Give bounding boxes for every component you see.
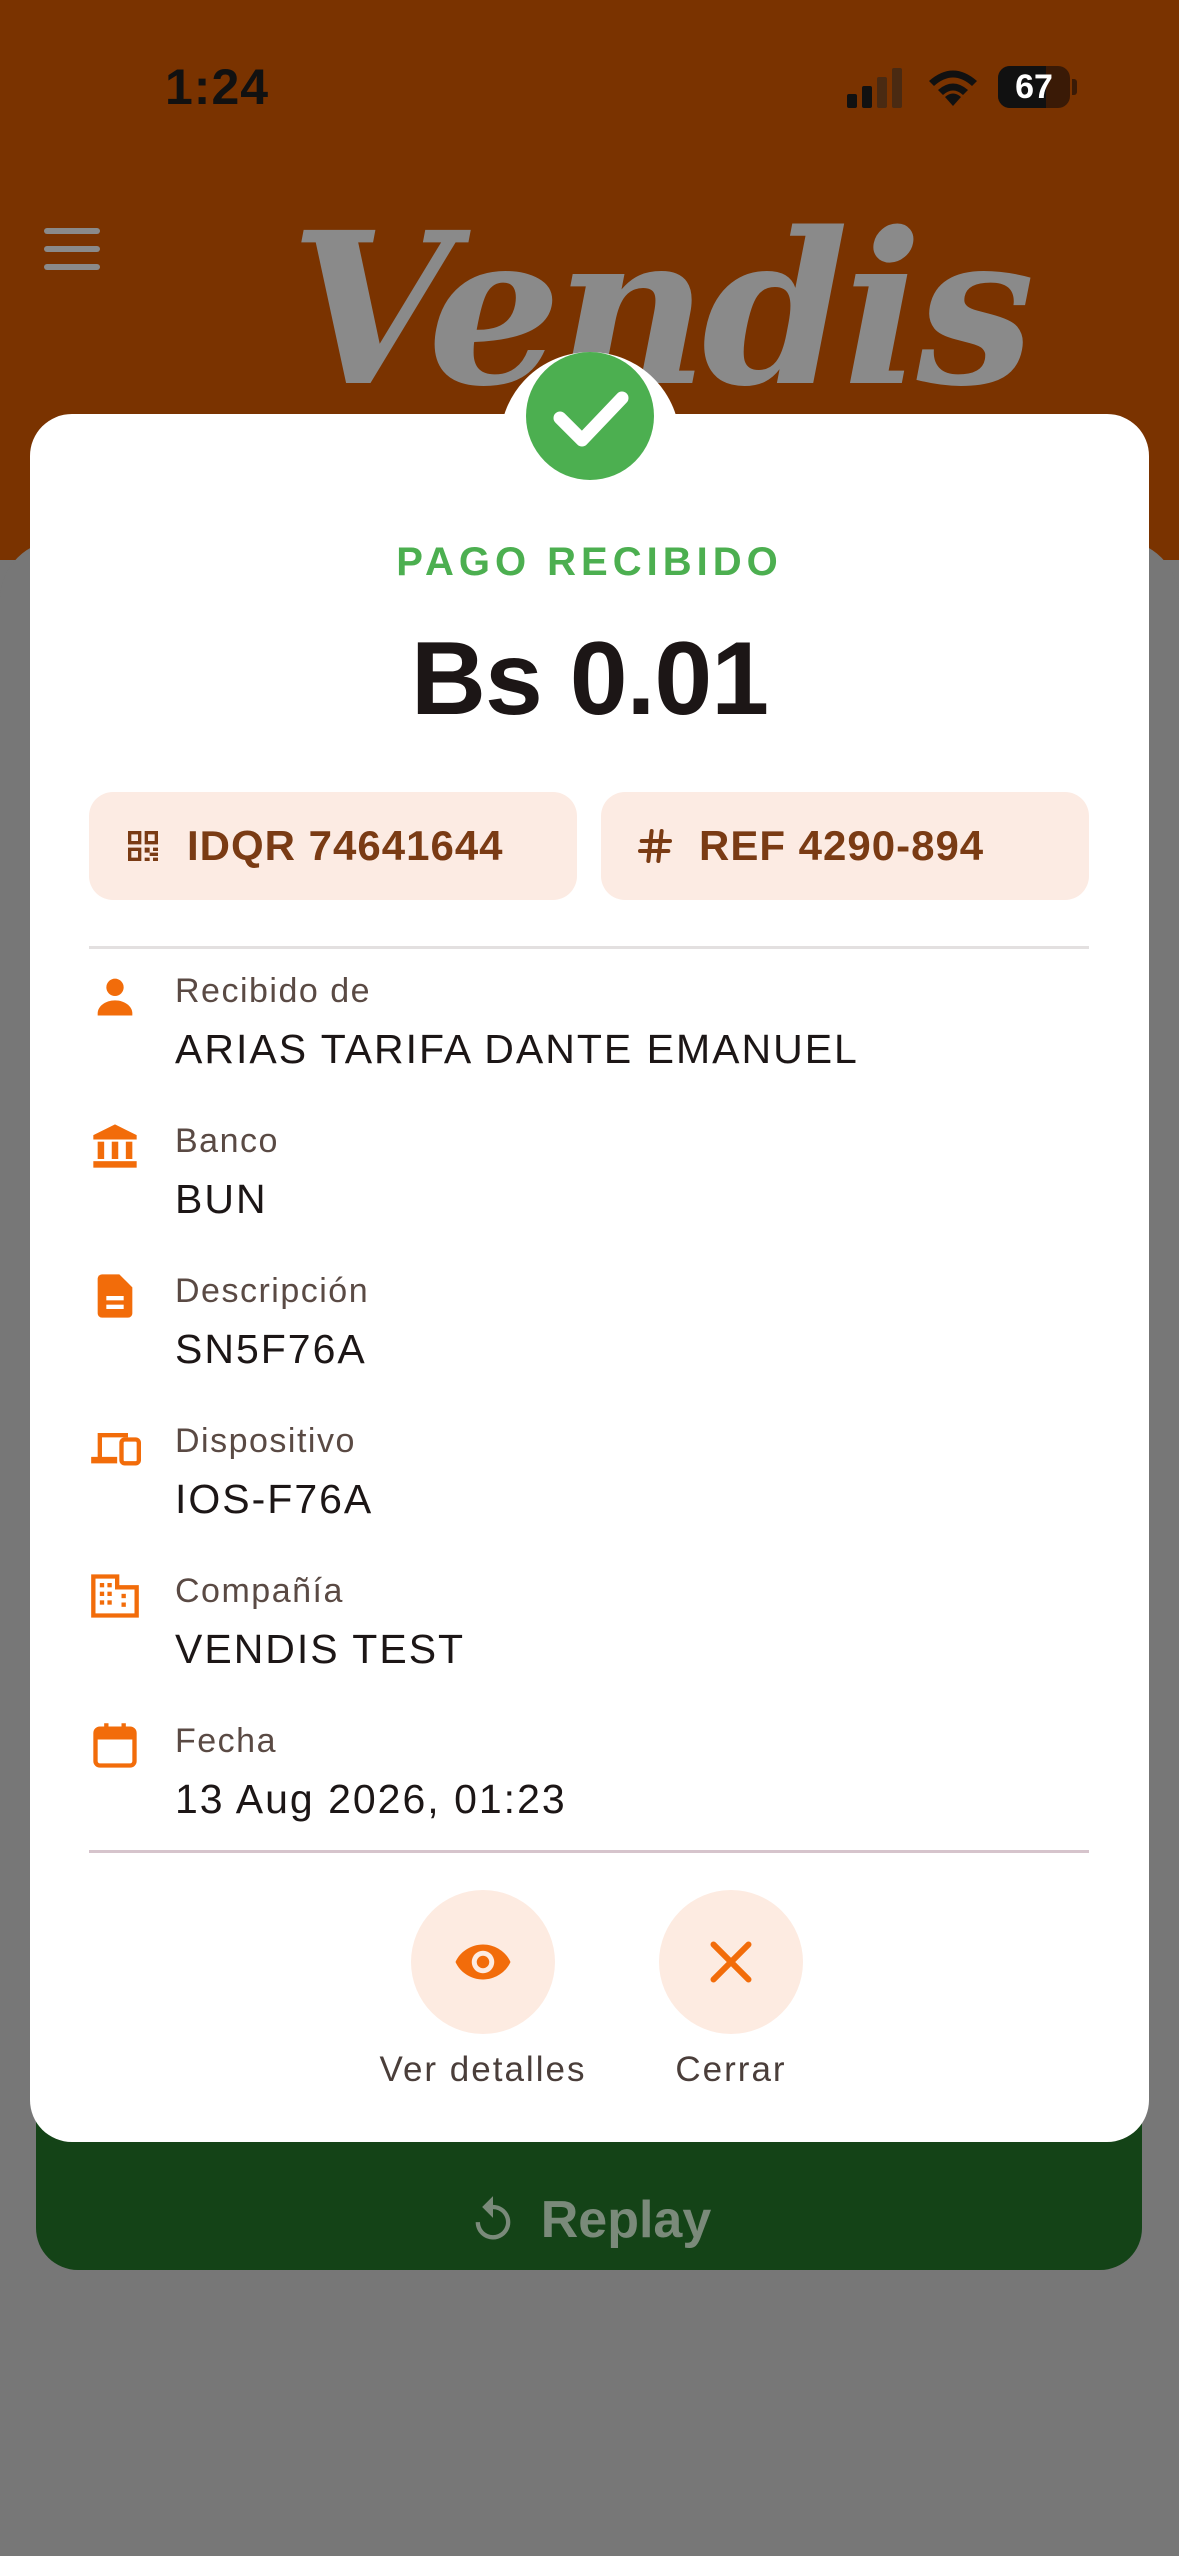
detail-row-company: Compañía VENDIS TEST (89, 1570, 1089, 1700)
idqr-chip[interactable]: IDQR 74641644 (89, 792, 577, 900)
detail-label: Fecha (175, 1722, 277, 1760)
detail-label: Descripción (175, 1272, 370, 1310)
view-details-button[interactable]: Ver detalles (362, 1890, 602, 2110)
person-icon (97, 978, 133, 1016)
detail-value: BUN (175, 1176, 268, 1222)
status-time: 1:24 (165, 59, 270, 115)
detail-value: IOS-F76A (175, 1476, 374, 1522)
detail-row-device: Dispositivo IOS-F76A (89, 1420, 1089, 1550)
close-icon (710, 1941, 752, 1983)
battery-indicator: 67 (998, 66, 1077, 108)
reference-value: REF 4290-894 (699, 822, 985, 869)
replay-icon (475, 2196, 511, 2240)
check-circle-icon (526, 352, 654, 480)
detail-label: Dispositivo (175, 1422, 356, 1460)
detail-value: ARIAS TARIFA DANTE EMANUEL (175, 1026, 859, 1072)
divider (89, 946, 1089, 949)
idqr-value: IDQR 74641644 (187, 822, 504, 869)
detail-value: SN5F76A (175, 1326, 367, 1372)
detail-label: Recibido de (175, 972, 372, 1010)
calendar-icon (93, 1723, 137, 1768)
battery-percentage: 67 (1015, 68, 1053, 106)
detail-row-description: Descripción SN5F76A (89, 1270, 1089, 1400)
detail-row-bank: Banco BUN (89, 1120, 1089, 1250)
amount: Bs 0.01 (410, 621, 769, 737)
close-label: Cerrar (675, 2050, 787, 2089)
hamburger-menu-icon[interactable] (44, 228, 100, 270)
document-icon (97, 1274, 133, 1318)
hash-icon (638, 829, 672, 863)
cellular-signal-icon (847, 68, 902, 108)
detail-label: Banco (175, 1122, 279, 1160)
detail-label: Compañía (175, 1572, 344, 1610)
detail-row-received-from: Recibido de ARIAS TARIFA DANTE EMANUEL (89, 970, 1089, 1100)
detail-value: VENDIS TEST (175, 1626, 466, 1672)
qr-code-icon (128, 831, 158, 861)
close-button[interactable]: Cerrar (610, 1890, 850, 2110)
status-title: PAGO RECIBIDO (396, 540, 783, 584)
bank-icon (93, 1124, 137, 1168)
wifi-icon (929, 70, 977, 106)
view-details-label: Ver detalles (379, 2050, 587, 2089)
building-icon (91, 1574, 139, 1618)
replay-label: Replay (540, 2191, 712, 2249)
devices-icon (91, 1433, 141, 1466)
eye-icon (455, 1944, 511, 1980)
detail-value: 13 Aug 2026, 01:23 (175, 1776, 567, 1822)
reference-chip[interactable]: REF 4290-894 (601, 792, 1089, 900)
detail-row-date: Fecha 13 Aug 2026, 01:23 (89, 1720, 1089, 1850)
divider (89, 1850, 1089, 1853)
